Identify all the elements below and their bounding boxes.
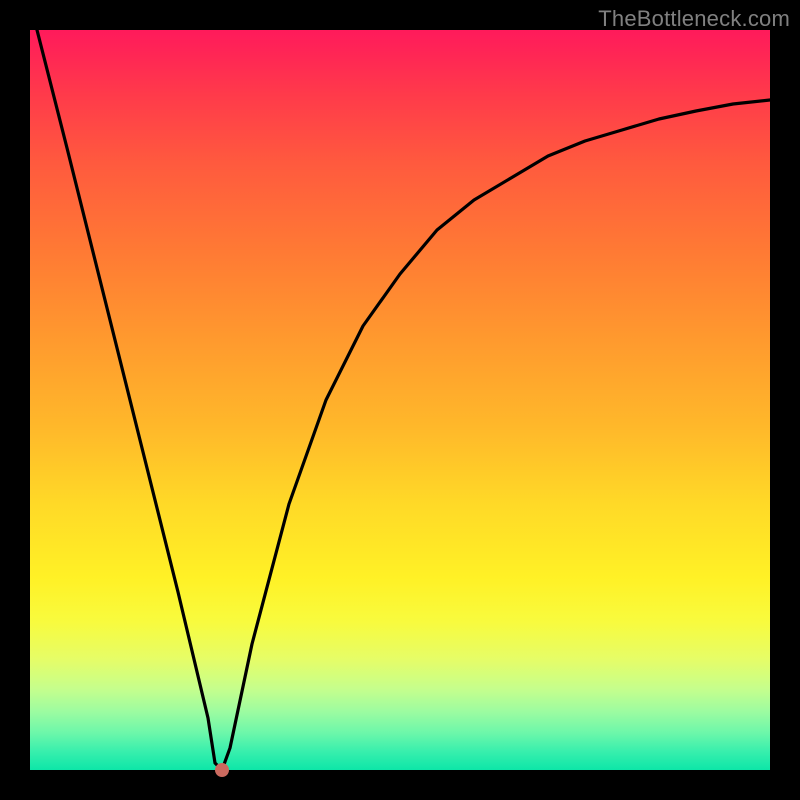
optimal-point-marker — [215, 763, 229, 777]
watermark-label: TheBottleneck.com — [598, 6, 790, 32]
curve-path — [37, 30, 770, 770]
plot-area — [30, 30, 770, 770]
bottleneck-curve — [30, 30, 770, 770]
chart-stage: TheBottleneck.com — [0, 0, 800, 800]
